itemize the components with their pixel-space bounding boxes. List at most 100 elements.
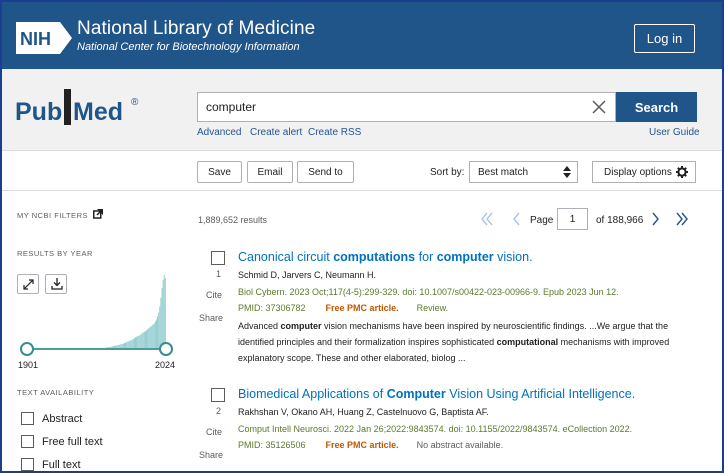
- advanced-link[interactable]: Advanced: [197, 127, 241, 138]
- create-alert-link[interactable]: Create alert: [250, 127, 302, 138]
- histogram-bar[interactable]: [158, 312, 160, 349]
- result-1-authors: Schmid D, Jarvers C, Neumann H.: [238, 270, 377, 280]
- send-to-button[interactable]: Send to: [297, 161, 354, 183]
- histogram-bar[interactable]: [134, 338, 135, 349]
- histogram-bar[interactable]: [151, 325, 153, 349]
- histogram-bar[interactable]: [157, 316, 158, 349]
- next-page-icon[interactable]: [648, 212, 662, 226]
- save-button[interactable]: Save: [197, 161, 242, 183]
- abstract-label[interactable]: Abstract: [42, 413, 82, 425]
- histogram-bar[interactable]: [143, 331, 145, 349]
- nih-title[interactable]: National Library of Medicine: [77, 18, 315, 40]
- histogram-bar[interactable]: [126, 342, 128, 349]
- result-1-cite[interactable]: Cite: [206, 290, 222, 300]
- result-2-share[interactable]: Share: [199, 450, 223, 460]
- snippet-text: Advanced: [238, 321, 281, 331]
- page-total: of 188,966: [596, 215, 644, 226]
- nih-logo[interactable]: NIH: [16, 22, 72, 54]
- display-options-button[interactable]: Display options: [592, 161, 696, 183]
- histogram-bar[interactable]: [127, 341, 129, 349]
- full-text-checkbox[interactable]: [21, 458, 34, 471]
- histogram-bar[interactable]: [160, 297, 162, 349]
- pubmed-logo[interactable]: Pub Med ®: [15, 87, 145, 127]
- first-page-icon[interactable]: [480, 212, 494, 226]
- full-text-label[interactable]: Full text: [42, 459, 81, 471]
- histogram-bar[interactable]: [163, 275, 165, 349]
- result-2-citation: Comput Intell Neurosci. 2022 Jan 26;2022…: [238, 424, 633, 434]
- histogram-bar[interactable]: [159, 306, 161, 349]
- histogram-bar[interactable]: [152, 324, 154, 349]
- histogram-bar[interactable]: [135, 337, 136, 349]
- sort-caret-icon: [563, 166, 571, 178]
- histogram-bar[interactable]: [141, 333, 143, 349]
- histogram-bar[interactable]: [149, 327, 151, 349]
- result-1-checkbox[interactable]: [211, 251, 225, 265]
- result-2-checkbox[interactable]: [211, 388, 225, 402]
- histogram-bar[interactable]: [148, 328, 150, 349]
- histogram-bar[interactable]: [132, 339, 134, 349]
- result-2-cite[interactable]: Cite: [206, 427, 222, 437]
- histogram-bar[interactable]: [128, 341, 130, 349]
- snippet-highlight: computational: [496, 337, 559, 347]
- text-availability-heading: TEXT AVAILABILITY: [17, 388, 95, 397]
- pubmed-logo-reg: ®: [131, 97, 139, 108]
- my-ncbi-filters-heading[interactable]: MY NCBI FILTERS: [17, 211, 88, 220]
- external-link-icon[interactable]: [93, 209, 103, 219]
- histogram-bar[interactable]: [137, 336, 139, 349]
- title-text: Canonical circuit: [238, 250, 334, 264]
- result-2-meta: PMID: 35126506 Free PMC article. No abstra…: [238, 440, 503, 450]
- prev-page-icon[interactable]: [510, 212, 524, 226]
- sort-select[interactable]: Best match: [469, 161, 578, 183]
- histogram-bar[interactable]: [130, 340, 132, 349]
- search-button[interactable]: Search: [616, 92, 697, 122]
- histogram-bar[interactable]: [156, 319, 157, 349]
- result-1-title[interactable]: Canonical circuit computations for compu…: [238, 250, 533, 264]
- histogram-bars: [98, 275, 166, 349]
- email-button[interactable]: Email: [247, 161, 293, 183]
- page-number-input[interactable]: 1: [557, 208, 588, 230]
- result-2-pmid: PMID: 35126506: [238, 440, 306, 450]
- user-guide-link[interactable]: User Guide: [649, 127, 700, 138]
- nih-badge-text: NIH: [20, 29, 51, 49]
- histogram-bar[interactable]: [139, 335, 141, 349]
- histogram-bar[interactable]: [153, 323, 155, 349]
- year-start-label: 1901: [18, 360, 39, 370]
- result-1-share[interactable]: Share: [199, 313, 223, 323]
- title-text: Biomedical Applications of: [238, 387, 387, 401]
- result-2-note: No abstract available.: [416, 440, 504, 450]
- title-text: Vision Using Artificial Intelligence.: [445, 387, 636, 401]
- histogram-bar[interactable]: [161, 287, 163, 349]
- histogram-bar[interactable]: [142, 332, 144, 349]
- year-slider-start-handle[interactable]: [20, 342, 34, 356]
- results-toolbar: Save Email Send to Sort by: Best match D…: [2, 152, 722, 191]
- result-1-snippet: Advanced computer vision mechanisms have…: [238, 318, 698, 366]
- histogram-bar[interactable]: [162, 279, 164, 349]
- histogram-bar[interactable]: [131, 339, 133, 349]
- nih-header: NIH National Library of Medicine Nationa…: [2, 2, 722, 69]
- abstract-checkbox[interactable]: [21, 412, 34, 425]
- histogram-bar[interactable]: [147, 329, 149, 349]
- histogram-bar[interactable]: [146, 330, 147, 349]
- title-text: vision.: [493, 250, 533, 264]
- histogram-bar[interactable]: [145, 331, 146, 349]
- result-2-title[interactable]: Biomedical Applications of Computer Visi…: [238, 387, 635, 401]
- clear-icon[interactable]: [590, 98, 608, 116]
- free-full-text-checkbox[interactable]: [21, 435, 34, 448]
- browser-frame: NIH National Library of Medicine Nationa…: [0, 0, 724, 473]
- free-full-text-label[interactable]: Free full text: [42, 436, 103, 448]
- histogram-bar[interactable]: [164, 277, 166, 349]
- histogram-bar[interactable]: [150, 326, 152, 349]
- results-by-year-chart[interactable]: [16, 270, 176, 360]
- histogram-bar[interactable]: [136, 336, 138, 349]
- histogram-bar[interactable]: [154, 321, 156, 349]
- year-slider-end-handle[interactable]: [159, 342, 173, 356]
- histogram-bar[interactable]: [138, 335, 140, 349]
- result-1-meta: PMID: 37306782 Free PMC article. Review.: [238, 303, 448, 313]
- login-button[interactable]: Log in: [634, 24, 695, 53]
- histogram-bar[interactable]: [129, 340, 131, 349]
- create-rss-link[interactable]: Create RSS: [308, 127, 361, 138]
- last-page-icon[interactable]: [675, 212, 689, 226]
- search-input[interactable]: [198, 93, 588, 121]
- histogram-bar[interactable]: [140, 334, 142, 349]
- snippet-highlight: computer: [280, 321, 322, 331]
